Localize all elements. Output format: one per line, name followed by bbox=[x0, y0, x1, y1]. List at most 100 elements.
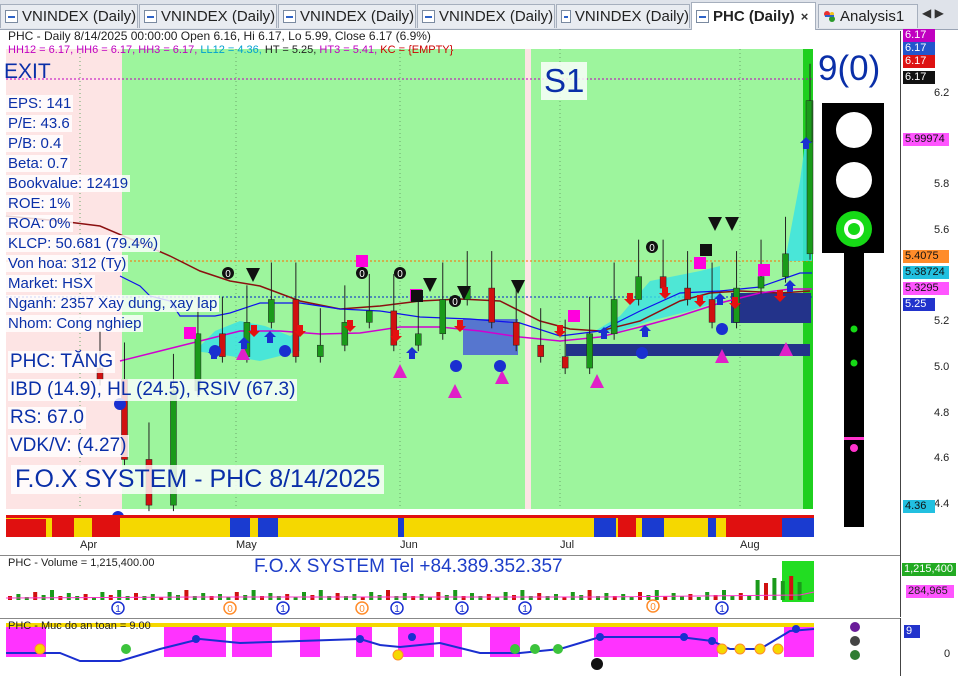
zero-badge-text: 0 bbox=[359, 269, 365, 280]
month-label: Jul bbox=[560, 539, 575, 551]
safety-zone bbox=[398, 627, 434, 657]
safety-zone bbox=[440, 627, 462, 657]
chart-icon bbox=[283, 10, 296, 23]
volume-bar bbox=[377, 595, 382, 600]
volume-bar bbox=[310, 595, 315, 600]
level-readout: HH6 = 6.17, bbox=[76, 44, 139, 56]
tab-vnindex-5[interactable]: VNINDEX (Daily) bbox=[556, 4, 690, 28]
volume-pane[interactable]: 1 0 1 0 1 1 1 0 1 PHC - Volume = 1,215,400.00 F.… bbox=[0, 555, 900, 617]
fundamental-item: Von hoa: 312 (Ty) bbox=[6, 255, 129, 272]
volume-bar bbox=[654, 590, 659, 600]
candle-body bbox=[586, 333, 593, 369]
volume-bar bbox=[436, 592, 441, 600]
volume-bar bbox=[789, 576, 794, 600]
one-badge bbox=[279, 345, 291, 357]
volume-bar bbox=[453, 590, 458, 600]
one-badge bbox=[450, 360, 462, 372]
tab-scroll-arrows-icon[interactable]: ◀ ▶ bbox=[922, 6, 944, 20]
volume-badge-text: 1 bbox=[719, 604, 725, 615]
fundamental-item: Bookvalue: 12419 bbox=[6, 175, 131, 192]
trend-segment bbox=[258, 515, 278, 537]
trend-segment bbox=[92, 515, 120, 537]
tab-vnindex-1[interactable]: VNINDEX (Daily) bbox=[0, 4, 138, 28]
volume-bar bbox=[764, 583, 768, 600]
volume-bar bbox=[780, 581, 785, 600]
volume-badge-text: 1 bbox=[459, 604, 465, 615]
candle-body bbox=[439, 299, 447, 335]
volume-bar bbox=[268, 593, 273, 600]
tab-analysis[interactable]: Analysis1 bbox=[818, 4, 918, 28]
tab-vnindex-3[interactable]: VNINDEX (Daily) bbox=[278, 4, 416, 28]
black-square bbox=[700, 244, 712, 256]
trend-segment bbox=[230, 515, 250, 537]
candle-body bbox=[512, 322, 520, 346]
last-candle bbox=[805, 100, 813, 143]
volume-value-tag: 1,215,400 bbox=[902, 563, 956, 576]
fundamental-item: EPS: 141 bbox=[6, 95, 74, 112]
chart-icon bbox=[5, 10, 18, 23]
safety-legend-dot bbox=[850, 622, 860, 632]
candle-body bbox=[610, 299, 618, 335]
level-readout: HH12 = 6.17, bbox=[8, 44, 77, 56]
chart-icon bbox=[696, 10, 709, 23]
trend-segment bbox=[594, 515, 616, 537]
zero-badge-text: 0 bbox=[649, 243, 655, 254]
volume-bar bbox=[386, 590, 390, 600]
price-tick: 5.8 bbox=[934, 178, 950, 191]
safety-zone bbox=[300, 627, 320, 657]
one-badge bbox=[494, 360, 506, 372]
safety-legend-dot bbox=[850, 636, 860, 646]
volume-bar bbox=[747, 596, 752, 600]
volume-bar bbox=[570, 592, 575, 600]
volume-badge-text: 1 bbox=[394, 604, 400, 615]
month-label: Jun bbox=[400, 539, 418, 551]
chart-icon bbox=[561, 10, 571, 23]
safety-dot bbox=[680, 633, 688, 641]
candle-body bbox=[366, 310, 373, 323]
volume-bar bbox=[167, 592, 172, 600]
safety-black-badge bbox=[591, 658, 603, 670]
price-tick: 4.6 bbox=[934, 452, 950, 465]
volume-bar bbox=[243, 595, 248, 600]
tab-label: VNINDEX (Daily) bbox=[161, 8, 276, 25]
volume-bar bbox=[66, 593, 71, 600]
bullish-zone-bg bbox=[122, 49, 525, 509]
price-tick: 4.4 bbox=[934, 498, 950, 511]
fundamental-item: Beta: 0.7 bbox=[6, 155, 71, 172]
price-tag: 5.3295 bbox=[903, 282, 949, 295]
signal-square bbox=[758, 264, 770, 276]
traffic-light-indicator bbox=[822, 103, 884, 527]
safety-indicator-pane[interactable]: PHC - Muc do an toan = 9.00 bbox=[0, 618, 900, 676]
volume-bar bbox=[251, 590, 256, 600]
system-title: F.O.X SYSTEM - PHC 8/14/2025 bbox=[11, 465, 385, 494]
tab-vnindex-2[interactable]: VNINDEX (Daily) bbox=[139, 4, 277, 28]
price-tag: 4.36 bbox=[903, 500, 935, 513]
fundamental-item: ROA: 0% bbox=[6, 215, 73, 232]
level-readout: HT3 = 5.41, bbox=[319, 44, 381, 56]
s1-label: S1 bbox=[541, 62, 588, 100]
tab-vnindex-4[interactable]: VNINDEX (Daily) bbox=[417, 4, 555, 28]
tab-label: VNINDEX (Daily) bbox=[439, 8, 554, 25]
trend-color-bar bbox=[6, 515, 814, 537]
volume-bar bbox=[696, 597, 701, 600]
close-icon[interactable]: × bbox=[801, 9, 809, 24]
tab-phc[interactable]: PHC (Daily) × bbox=[691, 2, 816, 30]
price-pane[interactable]: 0 0 0 0 0 PHC - Daily 8/14/2025 00:00:00 Ope… bbox=[0, 29, 900, 539]
volume-bar bbox=[587, 590, 592, 600]
symbol-ohlc-header: PHC - Daily 8/14/2025 00:00:00 Open 6.16… bbox=[8, 29, 431, 43]
safety-green-dot bbox=[510, 644, 520, 654]
signal-square bbox=[568, 310, 580, 322]
level-readout: KC = {EMPTY} bbox=[380, 44, 454, 56]
price-tag: 5.25 bbox=[903, 298, 935, 311]
safety-title: PHC - Muc do an toan = 9.00 bbox=[8, 620, 151, 632]
volume-bar bbox=[50, 590, 54, 600]
volume-bar bbox=[688, 594, 693, 600]
analysis-icon bbox=[823, 10, 836, 23]
volume-bar bbox=[100, 592, 105, 600]
volume-bar bbox=[755, 580, 760, 600]
fundamental-item: P/E: 43.6 bbox=[6, 115, 72, 132]
trend-segment bbox=[6, 519, 46, 537]
tab-label: Analysis1 bbox=[840, 8, 905, 25]
volume-bar bbox=[629, 597, 634, 600]
volume-bar bbox=[125, 596, 130, 600]
